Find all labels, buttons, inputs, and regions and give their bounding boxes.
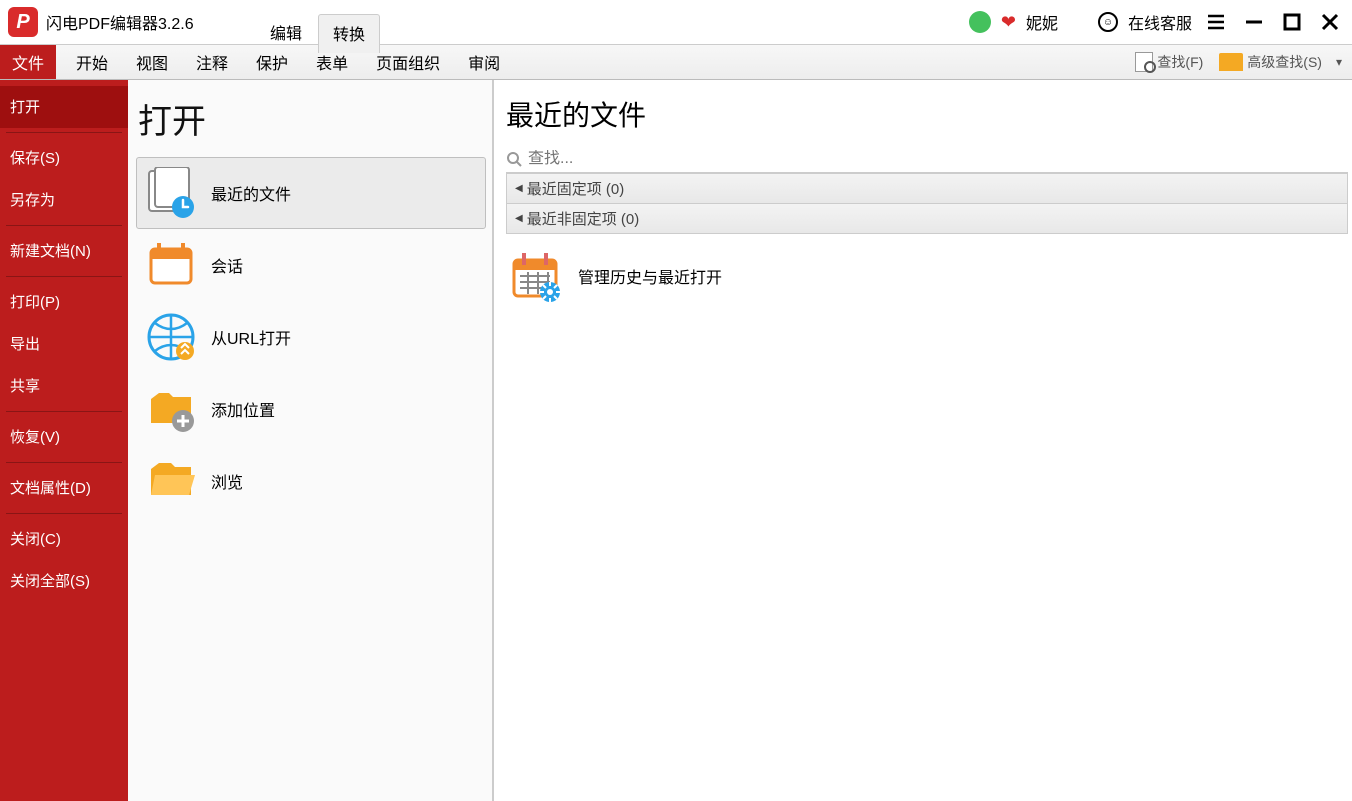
folder-search-icon bbox=[1219, 53, 1243, 71]
open-item-label: 最近的文件 bbox=[211, 181, 291, 205]
minimize-button[interactable] bbox=[1240, 8, 1268, 36]
maximize-button[interactable] bbox=[1278, 8, 1306, 36]
open-item-browse[interactable]: 浏览 bbox=[136, 445, 486, 517]
mode-tab-edit[interactable]: 编辑 bbox=[256, 14, 316, 53]
calendar-gear-icon bbox=[508, 248, 564, 304]
open-item-label: 从URL打开 bbox=[211, 325, 291, 349]
tab-review[interactable]: 审阅 bbox=[468, 50, 500, 74]
recent-files-panel: 最近的文件 ◀ 最近固定项 (0) ◀ 最近非固定项 (0) bbox=[494, 80, 1352, 801]
wechat-icon[interactable] bbox=[969, 11, 991, 33]
collapse-icon: ◀ bbox=[515, 183, 523, 194]
customer-service-link[interactable]: 在线客服 bbox=[1128, 10, 1192, 34]
open-item-sessions[interactable]: 会话 bbox=[136, 229, 486, 301]
open-panel: 打开 最近的文件 会话 bbox=[128, 80, 494, 801]
file-menu-sidebar: 打开 保存(S) 另存为 新建文档(N) 打印(P) 导出 共享 恢复(V) 文… bbox=[0, 80, 128, 801]
find-label: 查找(F) bbox=[1157, 52, 1203, 72]
sidebar-item-open[interactable]: 打开 bbox=[0, 86, 128, 128]
advanced-find-label: 高级查找(S) bbox=[1247, 52, 1322, 72]
group-pinned[interactable]: ◀ 最近固定项 (0) bbox=[506, 173, 1348, 204]
manage-history-button[interactable]: 管理历史与最近打开 bbox=[506, 234, 1348, 318]
find-button[interactable]: 查找(F) bbox=[1129, 50, 1209, 74]
find-icon bbox=[1135, 52, 1153, 72]
file-tab[interactable]: 文件 bbox=[0, 45, 56, 79]
advanced-find-button[interactable]: 高级查找(S) bbox=[1213, 50, 1328, 74]
app-logo: P bbox=[8, 7, 38, 37]
recent-files-icon bbox=[145, 167, 197, 219]
recent-search-input[interactable] bbox=[528, 150, 1348, 168]
smile-icon: ☺ bbox=[1098, 12, 1118, 32]
tab-forms[interactable]: 表单 bbox=[316, 50, 348, 74]
sidebar-item-share[interactable]: 共享 bbox=[0, 365, 128, 407]
mode-tab-convert[interactable]: 转换 bbox=[318, 14, 380, 53]
collapse-icon: ◀ bbox=[515, 213, 523, 224]
recent-search[interactable] bbox=[506, 150, 1348, 173]
open-item-recent-files[interactable]: 最近的文件 bbox=[136, 157, 486, 229]
open-panel-title: 打开 bbox=[136, 90, 486, 157]
recent-title: 最近的文件 bbox=[506, 90, 1348, 150]
sidebar-item-save-as[interactable]: 另存为 bbox=[0, 179, 128, 221]
tab-annot[interactable]: 注释 bbox=[196, 50, 228, 74]
group-label: 最近固定项 (0) bbox=[527, 178, 625, 199]
folder-open-icon bbox=[145, 455, 197, 507]
title-bar: P 闪电PDF编辑器3.2.6 编辑 转换 ❤ 妮妮 ☺ 在线客服 bbox=[0, 0, 1352, 44]
group-unpinned[interactable]: ◀ 最近非固定项 (0) bbox=[506, 204, 1348, 234]
open-item-from-url[interactable]: 从URL打开 bbox=[136, 301, 486, 373]
tab-pages[interactable]: 页面组织 bbox=[376, 50, 440, 74]
ribbon-toolbar: 文件 开始 视图 注释 保护 表单 页面组织 审阅 查找(F) 高级查找(S) … bbox=[0, 44, 1352, 80]
heart-icon[interactable]: ❤ bbox=[1001, 12, 1016, 33]
manage-history-label: 管理历史与最近打开 bbox=[578, 264, 722, 288]
open-item-add-location[interactable]: 添加位置 bbox=[136, 373, 486, 445]
tab-protect[interactable]: 保护 bbox=[256, 50, 288, 74]
sessions-icon bbox=[145, 239, 197, 291]
user-name[interactable]: 妮妮 bbox=[1026, 10, 1058, 34]
menu-icon[interactable] bbox=[1202, 8, 1230, 36]
close-button[interactable] bbox=[1316, 8, 1344, 36]
add-location-icon bbox=[145, 383, 197, 435]
sidebar-item-close[interactable]: 关闭(C) bbox=[0, 518, 128, 560]
sidebar-item-export[interactable]: 导出 bbox=[0, 323, 128, 365]
tab-start[interactable]: 开始 bbox=[76, 50, 108, 74]
open-item-label: 添加位置 bbox=[211, 397, 275, 421]
sidebar-item-close-all[interactable]: 关闭全部(S) bbox=[0, 560, 128, 602]
chevron-down-icon[interactable]: ▾ bbox=[1332, 55, 1346, 69]
sidebar-item-save[interactable]: 保存(S) bbox=[0, 137, 128, 179]
tab-view[interactable]: 视图 bbox=[136, 50, 168, 74]
globe-icon bbox=[145, 311, 197, 363]
sidebar-item-props[interactable]: 文档属性(D) bbox=[0, 467, 128, 509]
app-title: 闪电PDF编辑器3.2.6 bbox=[46, 10, 194, 34]
open-item-label: 浏览 bbox=[211, 469, 243, 493]
sidebar-item-recover[interactable]: 恢复(V) bbox=[0, 416, 128, 458]
group-label: 最近非固定项 (0) bbox=[527, 208, 640, 229]
sidebar-item-new-doc[interactable]: 新建文档(N) bbox=[0, 230, 128, 272]
open-item-label: 会话 bbox=[211, 253, 243, 277]
sidebar-item-print[interactable]: 打印(P) bbox=[0, 281, 128, 323]
search-icon bbox=[506, 151, 522, 167]
mode-tabs: 编辑 转换 bbox=[256, 14, 380, 53]
